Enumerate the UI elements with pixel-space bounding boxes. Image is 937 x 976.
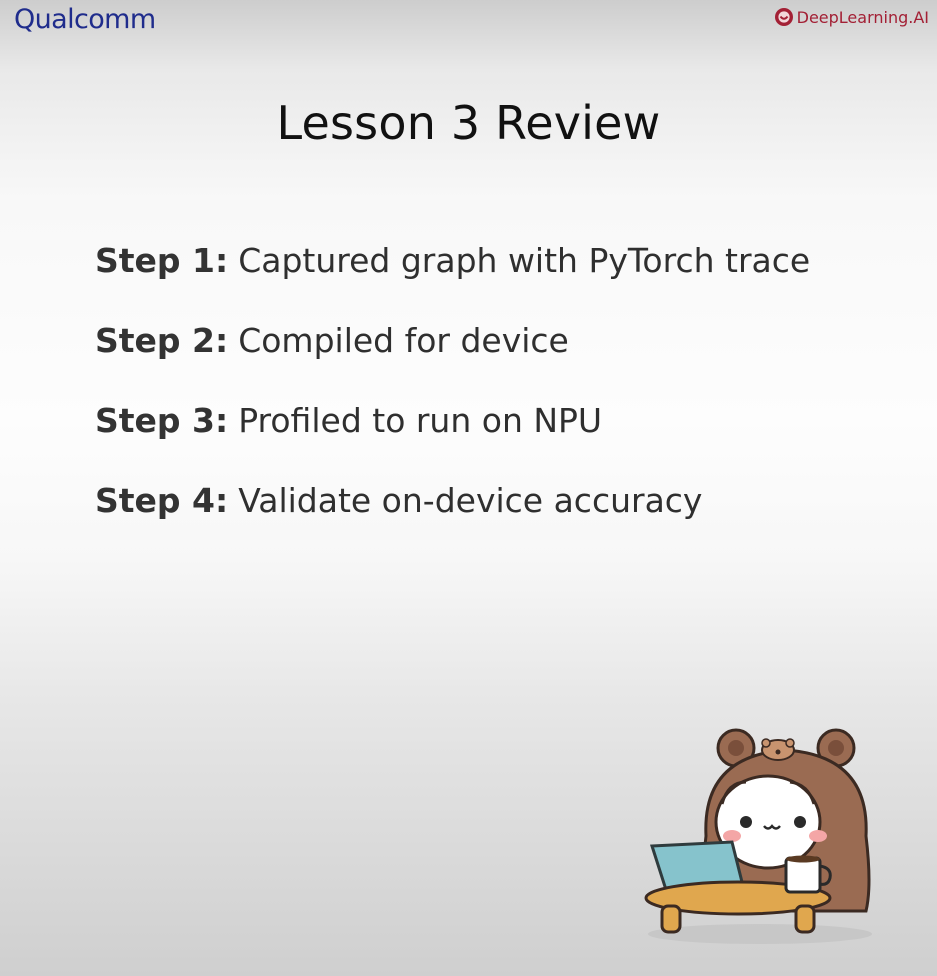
step-4-label: Step 4: bbox=[95, 481, 229, 520]
step-3-label: Step 3: bbox=[95, 401, 229, 440]
step-2: Step 2: Compiled for device bbox=[95, 320, 810, 400]
step-3-text: Profiled to run on NPU bbox=[238, 401, 603, 440]
step-1-label: Step 1: bbox=[95, 241, 229, 280]
deeplearning-ai-icon bbox=[774, 8, 793, 26]
step-4-text: Validate on-device accuracy bbox=[238, 481, 703, 520]
bear-mascot-with-laptop-icon bbox=[640, 726, 880, 950]
steps-list: Step 1: Captured graph with PyTorch trace… bbox=[95, 240, 810, 560]
step-2-text: Compiled for device bbox=[238, 321, 569, 360]
step-3: Step 3: Profiled to run on NPU bbox=[95, 400, 810, 480]
deeplearning-ai-logo: DeepLearning.AI bbox=[774, 7, 929, 27]
slide-title: Lesson 3 Review bbox=[276, 96, 661, 150]
step-1-text: Captured graph with PyTorch trace bbox=[238, 241, 811, 280]
step-2-label: Step 2: bbox=[95, 321, 229, 360]
deeplearning-ai-wordmark: DeepLearning.AI bbox=[796, 7, 929, 27]
step-4: Step 4: Validate on-device accuracy bbox=[95, 480, 810, 560]
qualcomm-logo: Qualcomm bbox=[14, 4, 156, 35]
step-1: Step 1: Captured graph with PyTorch trace bbox=[95, 240, 810, 320]
